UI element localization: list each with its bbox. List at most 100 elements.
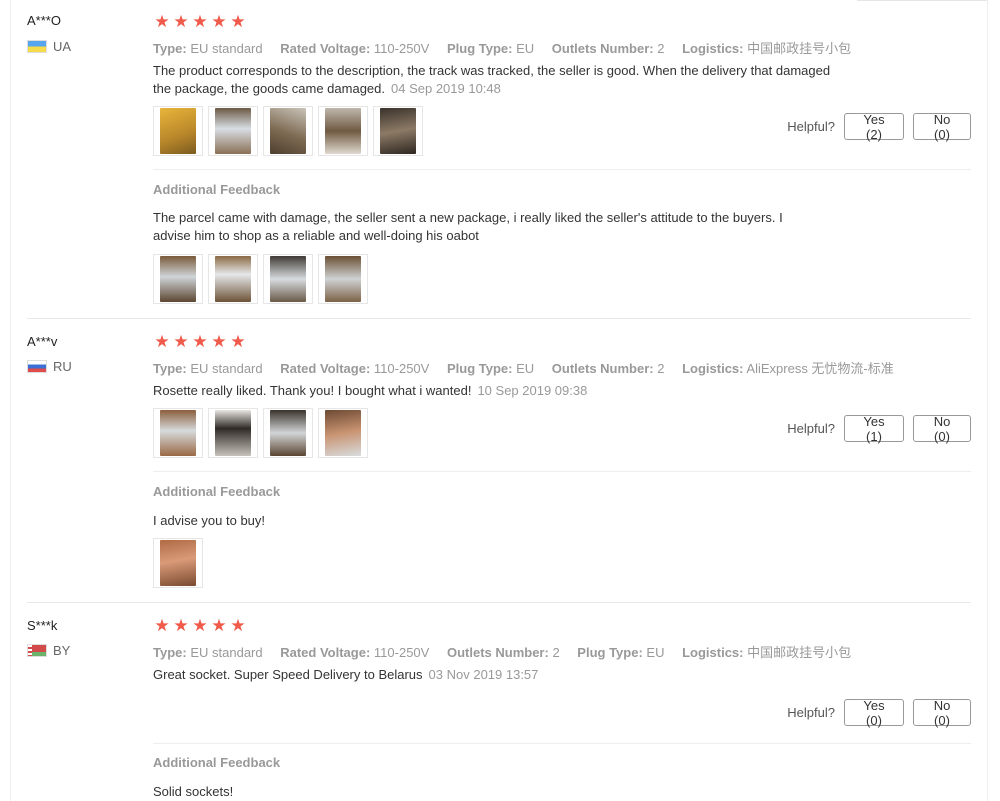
star-icon: ★ [173,12,189,31]
review-text-line: The product corresponds to the descripti… [153,63,831,78]
review-photo[interactable] [263,254,313,304]
product-attributes: Type: EU standard Rated Voltage: 110-250… [153,642,865,661]
attr-value: AliExpress 无忧物流-标准 [746,361,894,376]
helpful-yes-button[interactable]: Yes (1) [844,414,904,444]
reviewer-name: A***v [27,334,58,349]
attr-key: Logistics: [682,361,744,376]
attr-value: EU standard [190,41,263,56]
helpful-no-button[interactable]: No (0) [913,414,971,444]
review-photos [153,106,423,156]
attr-value: 2 [552,645,560,660]
additional-feedback-title: Additional Feedback [153,484,281,499]
review-divider [27,318,971,319]
review-photo[interactable] [153,538,203,588]
review-text: The product corresponds to the descripti… [153,62,873,98]
review-photos [153,408,368,458]
review-photo[interactable] [153,254,203,304]
feedback-text-line: advise him to shop as a reliable and wel… [153,228,479,243]
star-icon: ★ [154,616,170,635]
attr-key: Logistics: [682,41,744,56]
star-icon: ★ [154,332,170,351]
country-code: UA [53,39,72,54]
review-photo[interactable] [318,254,368,304]
review-date: 04 Sep 2019 10:48 [391,81,501,96]
helpful-no-button[interactable]: No (0) [913,698,971,728]
country-code: BY [53,643,71,658]
review-photo[interactable] [318,408,368,458]
helpful-yes-button[interactable]: Yes (2) [844,112,904,142]
helpful-yes-button[interactable]: Yes (0) [844,698,904,728]
attr-key: Rated Voltage: [280,361,371,376]
additional-feedback-text: I advise you to buy! [153,512,873,530]
review-photo[interactable] [153,408,203,458]
additional-feedback-text: Solid sockets! [153,783,873,801]
star-icon: ★ [230,332,246,351]
reviewer-country: UA [27,39,71,54]
review-photo[interactable] [208,106,258,156]
attr-key: Plug Type: [446,41,513,56]
attr-key: Type: [153,361,187,376]
attr-value: 2 [657,361,665,376]
attr-value: EU [516,361,535,376]
reviewer-country: RU [27,359,72,374]
attr-value: 110-250V [373,41,430,56]
attr-value: EU standard [190,361,263,376]
attr-key: Plug Type: [446,361,513,376]
review-photo[interactable] [318,106,368,156]
divider [153,169,971,170]
product-attributes: Type: EU standard Rated Voltage: 110-250… [153,38,865,57]
attr-value: EU [646,645,665,660]
attr-value: EU [516,41,535,56]
review-date: 03 Nov 2019 13:57 [428,667,539,682]
country-code: RU [53,359,72,374]
attr-value: 中国邮政挂号小包 [747,645,852,660]
star-icon: ★ [192,332,208,351]
star-rating: ★ ★ ★ ★ ★ [153,333,247,351]
additional-photos [153,538,203,588]
top-divider [857,0,987,1]
review-text-line: the package, the goods came damaged. [153,81,385,96]
helpful-vote: Helpful? Yes (1) No (0) [787,414,971,444]
review-photo[interactable] [208,408,258,458]
review-text: Rosette really liked. Thank you! I bough… [153,382,873,400]
star-rating: ★ ★ ★ ★ ★ [153,13,247,31]
attr-key: Outlets Number: [446,645,549,660]
review-photo[interactable] [208,254,258,304]
attr-value: 2 [657,41,665,56]
attr-key: Rated Voltage: [280,645,371,660]
review-photo[interactable] [373,106,423,156]
attr-key: Rated Voltage: [280,41,371,56]
star-icon: ★ [173,332,189,351]
attr-value: 110-250V [373,645,430,660]
helpful-vote: Helpful? Yes (0) No (0) [787,698,971,728]
review-divider [27,602,971,603]
divider [153,471,971,472]
review-photo[interactable] [153,106,203,156]
star-icon: ★ [192,616,208,635]
star-icon: ★ [211,12,227,31]
by-flag-icon [27,644,47,657]
star-rating: ★ ★ ★ ★ ★ [153,617,247,635]
divider [153,743,971,744]
star-icon: ★ [154,12,170,31]
star-icon: ★ [211,616,227,635]
helpful-no-button[interactable]: No (0) [913,112,971,142]
attr-key: Type: [153,41,187,56]
feedback-text-line: Solid sockets! [153,784,234,799]
reviewer-country: BY [27,643,70,658]
review-photo[interactable] [263,106,313,156]
ru-flag-icon [27,360,47,373]
helpful-label: Helpful? [787,119,835,134]
review-photo[interactable] [263,408,313,458]
attr-key: Outlets Number: [551,361,654,376]
attr-key: Type: [153,645,187,660]
attr-value: 中国邮政挂号小包 [747,41,852,56]
star-icon: ★ [173,616,189,635]
product-attributes: Type: EU standard Rated Voltage: 110-250… [153,358,908,377]
review-text-line: Rosette really liked. Thank you! I bough… [153,383,472,398]
attr-key: Outlets Number: [551,41,654,56]
review-text: Great socket. Super Speed Delivery to Be… [153,666,873,684]
additional-feedback-text: The parcel came with damage, the seller … [153,209,873,245]
attr-value: EU standard [190,645,263,660]
feedback-text-line: The parcel came with damage, the seller … [153,210,783,225]
